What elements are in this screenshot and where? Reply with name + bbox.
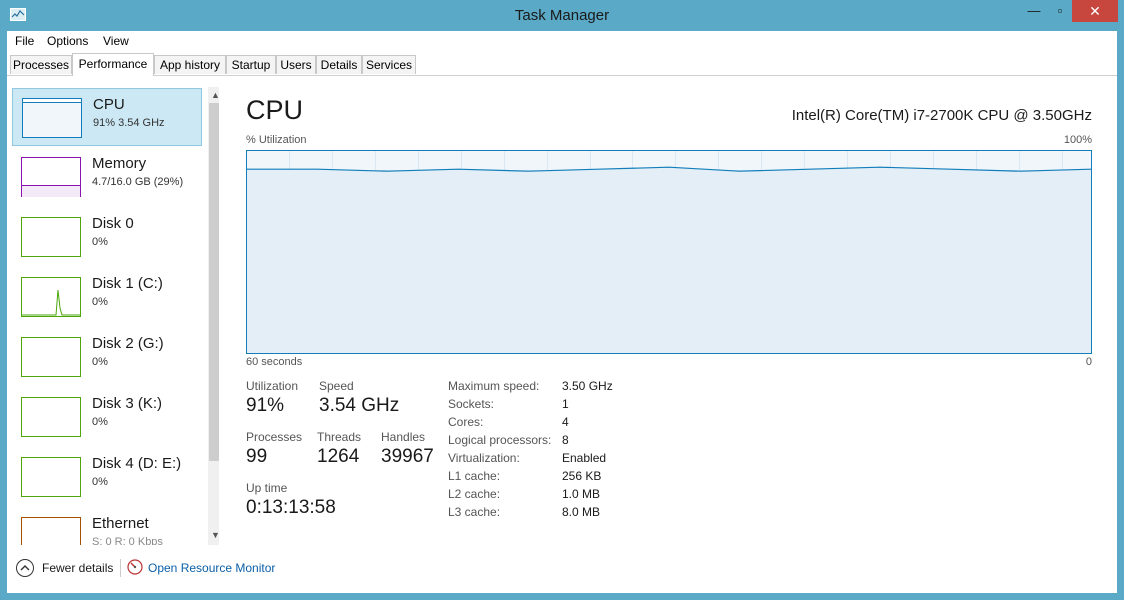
close-button[interactable]: ✕: [1072, 0, 1118, 22]
resource-monitor-icon[interactable]: [127, 559, 143, 575]
processes-value: 99: [246, 446, 268, 467]
sidebar-item-disk-2[interactable]: Disk 2 (G:) 0%: [12, 328, 202, 386]
time-span-label: 60 seconds: [246, 356, 303, 368]
sidebar-item-disk-4[interactable]: Disk 4 (D: E:) 0%: [12, 448, 202, 506]
sidebar-item-disk-1[interactable]: Disk 1 (C:) 0%: [12, 268, 202, 326]
sockets-value: 1: [562, 397, 569, 411]
minimize-button[interactable]: —: [1022, 0, 1046, 22]
tab-details[interactable]: Details: [316, 55, 362, 74]
utilization-max-label: 100%: [1063, 134, 1092, 146]
footer-bar: Fewer details Open Resource Monitor: [7, 552, 1117, 592]
sidebar-item-ethernet[interactable]: Ethernet S: 0 R: 0 Kbps: [12, 508, 202, 545]
sidebar-item-value: S: 0 R: 0 Kbps: [92, 536, 163, 545]
ethernet-thumbnail-graph: [21, 517, 81, 545]
sockets-label: Sockets:: [448, 397, 495, 411]
speed-label: Speed: [319, 379, 354, 393]
cores-value: 4: [562, 415, 569, 429]
sidebar-item-memory[interactable]: Memory 4.7/16.0 GB (29%): [12, 148, 202, 206]
sidebar-item-label: Disk 0: [92, 215, 134, 232]
sidebar-scrollbar[interactable]: ▲ ▼: [208, 87, 219, 545]
virtualization-value: Enabled: [562, 451, 607, 465]
tab-strip: Processes Performance App history Startu…: [7, 53, 1117, 76]
l1-cache-value: 256 KB: [562, 469, 602, 483]
scrollbar-thumb[interactable]: [209, 103, 219, 461]
tab-performance[interactable]: Performance: [72, 53, 154, 76]
sidebar-item-value: 0%: [92, 476, 108, 488]
sidebar-item-value: 0%: [92, 296, 108, 308]
l3-cache-value: 8.0 MB: [562, 505, 601, 519]
sidebar-item-label: Disk 4 (D: E:): [92, 455, 182, 472]
tab-app-history[interactable]: App history: [154, 55, 226, 74]
l1-cache-label: L1 cache:: [448, 469, 501, 483]
memory-thumbnail-graph: [21, 157, 81, 197]
processes-label: Processes: [246, 430, 303, 444]
disk-4-thumbnail-graph: [21, 457, 81, 497]
disk-3-thumbnail-graph: [21, 397, 81, 437]
sidebar-item-label: Disk 3 (K:): [92, 395, 163, 412]
disk-0-thumbnail-graph: [21, 217, 81, 257]
client-area: File Options View Processes Performance …: [7, 31, 1117, 593]
time-zero-label: 0: [1085, 356, 1092, 368]
cpu-model-name: Intel(R) Core(TM) i7-2700K CPU @ 3.50GHz: [791, 107, 1092, 124]
threads-label: Threads: [317, 430, 362, 444]
menu-file[interactable]: File: [15, 34, 34, 48]
cpu-utilization-graph: [246, 150, 1092, 354]
disk-2-thumbnail-graph: [21, 337, 81, 377]
virtualization-label: Virtualization:: [448, 451, 520, 465]
l2-cache-value: 1.0 MB: [562, 487, 601, 501]
title-bar[interactable]: Task Manager — ▫ ✕: [0, 0, 1124, 31]
sidebar-item-value: 4.7/16.0 GB (29%): [92, 176, 184, 188]
sidebar-item-disk-0[interactable]: Disk 0 0%: [12, 208, 202, 266]
footer-divider: [120, 559, 121, 577]
cores-label: Cores:: [448, 415, 484, 429]
tab-services[interactable]: Services: [362, 55, 416, 74]
utilization-axis-label: % Utilization: [246, 134, 307, 146]
cpu-utilization-fill: [247, 167, 1091, 353]
logical-processors-label: Logical processors:: [448, 433, 552, 447]
cpu-detail-panel: CPU Intel(R) Core(TM) i7-2700K CPU @ 3.5…: [246, 87, 1092, 557]
sidebar-item-label: CPU: [93, 96, 125, 113]
disk-1-thumbnail-graph: [21, 277, 81, 317]
cpu-thumbnail-graph: [22, 98, 82, 138]
speed-value: 3.54 GHz: [319, 395, 400, 416]
resource-sidebar: CPU 91% 3.54 GHz Memory 4.7/16.0 GB (29%…: [12, 87, 219, 545]
sidebar-item-label: Disk 1 (C:): [92, 275, 163, 292]
handles-value: 39967: [381, 446, 434, 467]
sidebar-item-value: 91% 3.54 GHz: [93, 117, 165, 129]
utilization-label: Utilization: [246, 379, 299, 393]
uptime-value: 0:13:13:58: [246, 497, 336, 518]
page-title: CPU: [246, 95, 304, 125]
open-resource-monitor-link[interactable]: Open Resource Monitor: [148, 561, 275, 575]
sidebar-item-label: Memory: [92, 155, 147, 172]
window-title: Task Manager: [514, 7, 610, 24]
logical-processors-value: 8: [562, 433, 569, 447]
max-speed-value: 3.50 GHz: [562, 379, 613, 393]
sidebar-item-value: 0%: [92, 236, 108, 248]
l3-cache-label: L3 cache:: [448, 505, 501, 519]
tab-startup[interactable]: Startup: [226, 55, 276, 74]
fewer-details-button[interactable]: Fewer details: [42, 561, 113, 575]
sidebar-item-value: 0%: [92, 356, 108, 368]
sidebar-item-cpu[interactable]: CPU 91% 3.54 GHz: [12, 88, 202, 146]
menu-options[interactable]: Options: [47, 34, 88, 48]
tab-users[interactable]: Users: [276, 55, 316, 74]
sidebar-item-label: Disk 2 (G:): [92, 335, 164, 352]
utilization-value: 91%: [246, 395, 285, 416]
l2-cache-label: L2 cache:: [448, 487, 501, 501]
scroll-up-arrow-icon[interactable]: ▲: [208, 87, 219, 103]
scroll-down-arrow-icon[interactable]: ▼: [208, 527, 219, 543]
handles-label: Handles: [381, 430, 426, 444]
uptime-label: Up time: [246, 481, 288, 495]
sidebar-item-disk-3[interactable]: Disk 3 (K:) 0%: [12, 388, 202, 446]
menu-bar: File Options View: [7, 31, 1117, 51]
maximize-button[interactable]: ▫: [1048, 0, 1072, 22]
chevron-up-icon[interactable]: [16, 559, 34, 577]
sidebar-item-value: 0%: [92, 416, 108, 428]
menu-view[interactable]: View: [103, 34, 129, 48]
max-speed-label: Maximum speed:: [448, 379, 540, 393]
sidebar-item-label: Ethernet: [92, 515, 149, 532]
tab-processes[interactable]: Processes: [10, 55, 72, 74]
threads-value: 1264: [317, 446, 360, 467]
window-frame: Task Manager — ▫ ✕ File Options View Pro…: [0, 0, 1124, 600]
